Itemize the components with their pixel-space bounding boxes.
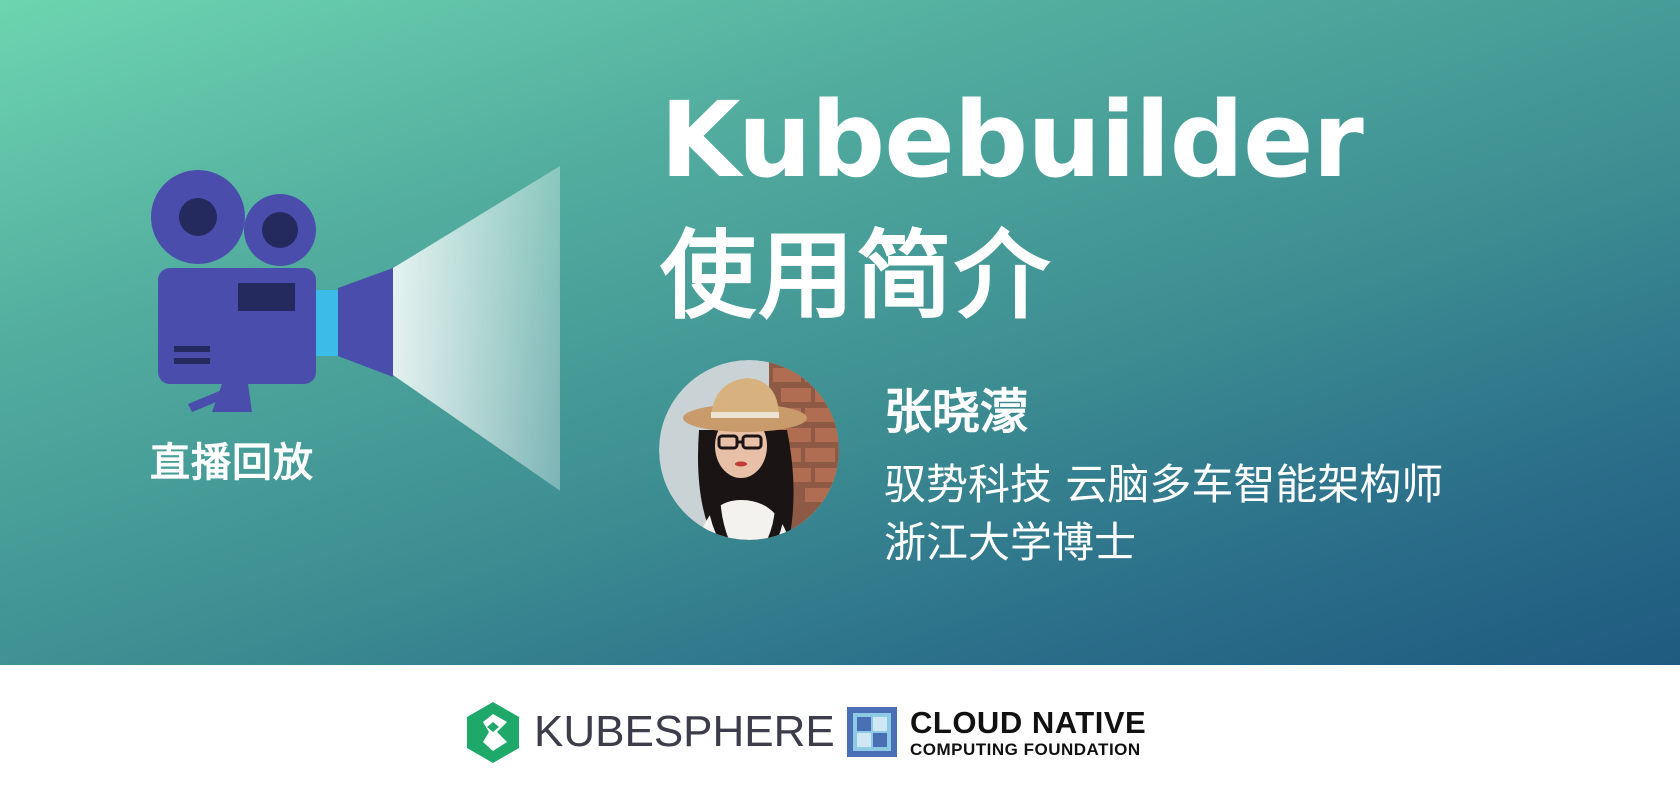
video-camera-icon: [151, 166, 560, 491]
kubesphere-wordmark: KUBESPHERE: [534, 707, 835, 756]
speaker-name: 张晓濛: [884, 384, 1029, 440]
hero-banner: 直播回放 Kubebuilder 使用简介 张晓濛 驭势科技 云脑多车智能架构师…: [0, 0, 1680, 665]
talk-title-line1: Kubebuilder: [660, 79, 1364, 201]
cncf-logo-icon: [847, 707, 897, 757]
speaker-avatar: [659, 360, 839, 540]
talk-title-line2: 使用简介: [660, 220, 1052, 332]
replay-label: 直播回放: [150, 440, 314, 486]
kubesphere-logo-icon: [467, 702, 519, 763]
speaker-affiliation: 驭势科技 云脑多车智能架构师: [884, 460, 1444, 509]
speaker-education: 浙江大学博士: [884, 518, 1137, 567]
cncf-title: CLOUD NATIVE: [910, 705, 1147, 740]
cncf-subtitle: COMPUTING FOUNDATION: [910, 740, 1141, 759]
sponsor-footer: [0, 665, 1680, 800]
